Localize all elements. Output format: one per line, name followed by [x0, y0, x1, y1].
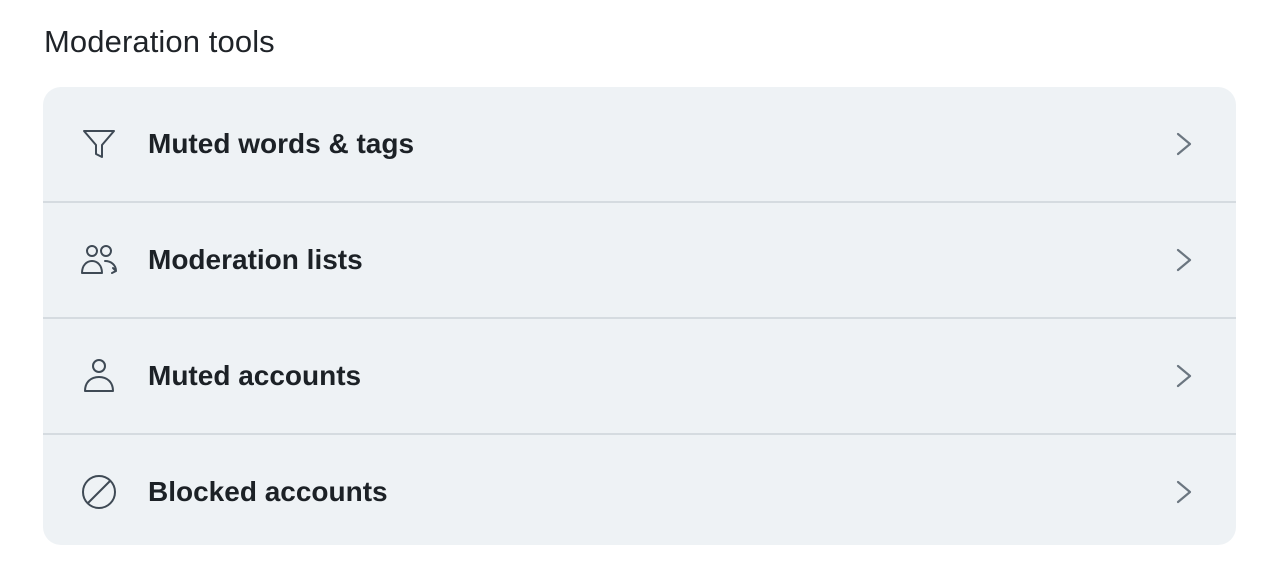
chevron-right-icon: [1172, 358, 1196, 394]
block-icon: [78, 471, 120, 513]
chevron-right-icon: [1172, 242, 1196, 278]
menu-item-blocked-accounts[interactable]: Blocked accounts: [43, 433, 1236, 545]
menu-item-label: Muted accounts: [148, 360, 362, 391]
menu-item-muted-words-tags[interactable]: Muted words & tags: [43, 87, 1236, 201]
menu-item-label: Moderation lists: [148, 244, 363, 275]
menu-item-muted-accounts[interactable]: Muted accounts: [43, 317, 1236, 433]
chevron-right-icon: [1172, 474, 1196, 510]
menu-item-moderation-lists[interactable]: Moderation lists: [43, 201, 1236, 317]
person-icon: [78, 355, 120, 397]
menu-item-label: Muted words & tags: [148, 128, 415, 159]
moderation-tools-list: Muted words & tags Moderation lists Mute…: [43, 87, 1236, 545]
chevron-right-icon: [1172, 126, 1196, 162]
section-title: Moderation tools: [44, 24, 275, 59]
filter-icon: [78, 123, 120, 165]
menu-item-label: Blocked accounts: [148, 476, 388, 507]
people-icon: [78, 239, 120, 281]
